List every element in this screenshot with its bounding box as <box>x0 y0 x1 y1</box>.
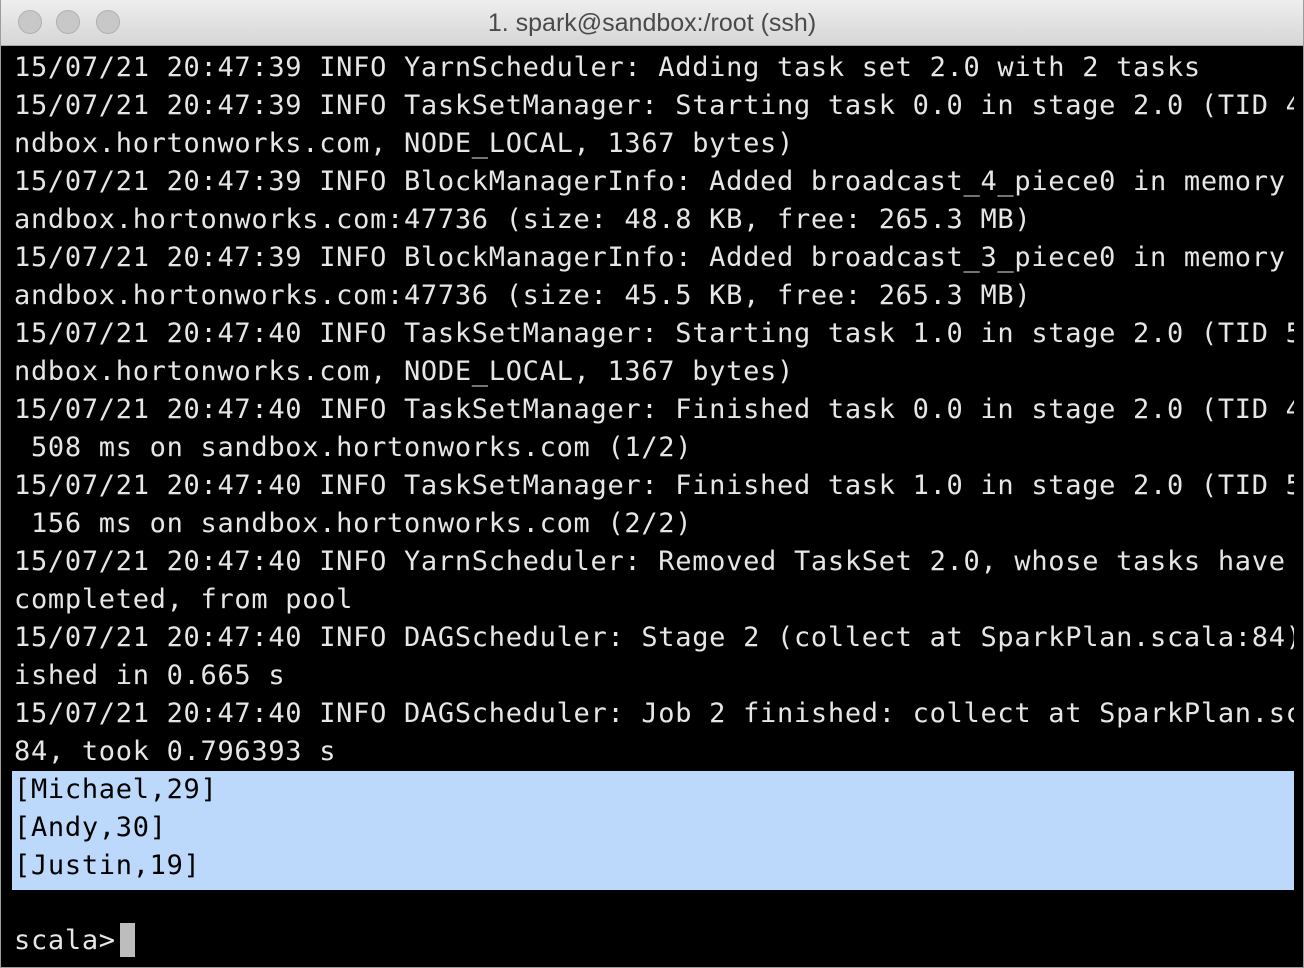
log-line: 15/07/21 20:47:40 INFO TaskSetManager: S… <box>14 318 1294 349</box>
terminal-window: 1. spark@sandbox:/root (ssh) 15/07/21 20… <box>0 0 1304 968</box>
log-line: ndbox.hortonworks.com, NODE_LOCAL, 1367 … <box>14 356 794 387</box>
log-line: 15/07/21 20:47:40 INFO YarnScheduler: Re… <box>14 546 1294 577</box>
log-line: 15/07/21 20:47:39 INFO BlockManagerInfo:… <box>14 242 1294 273</box>
selected-result-line[interactable]: [Justin,19] <box>12 847 1294 890</box>
log-line: 15/07/21 20:47:39 INFO BlockManagerInfo:… <box>14 166 1294 197</box>
log-line: 15/07/21 20:47:40 INFO DAGScheduler: Sta… <box>14 622 1294 653</box>
selected-result-line[interactable]: [Michael,29] <box>12 771 1294 809</box>
selected-result-line[interactable]: [Andy,30] <box>12 809 1294 847</box>
log-line: ished in 0.665 s <box>14 660 286 691</box>
log-line: 15/07/21 20:47:39 INFO YarnScheduler: Ad… <box>14 52 1201 83</box>
log-line: 15/07/21 20:47:40 INFO TaskSetManager: F… <box>14 470 1294 501</box>
log-line: 156 ms on sandbox.hortonworks.com (2/2) <box>14 508 693 539</box>
log-line: 508 ms on sandbox.hortonworks.com (1/2) <box>14 432 693 463</box>
terminal-area[interactable]: 15/07/21 20:47:39 INFO YarnScheduler: Ad… <box>1 46 1303 967</box>
window-title: 1. spark@sandbox:/root (ssh) <box>487 9 817 37</box>
log-line: ndbox.hortonworks.com, NODE_LOCAL, 1367 … <box>14 128 794 159</box>
log-line: 15/07/21 20:47:40 INFO DAGScheduler: Job… <box>14 698 1294 729</box>
log-line: andbox.hortonworks.com:47736 (size: 48.8… <box>14 204 1032 235</box>
prompt-line[interactable]: scala> <box>14 922 1294 960</box>
log-line: andbox.hortonworks.com:47736 (size: 45.5… <box>14 280 1032 311</box>
log-line: completed, from pool <box>14 584 354 615</box>
text-cursor <box>119 922 135 957</box>
log-line: 15/07/21 20:47:40 INFO TaskSetManager: F… <box>14 394 1294 425</box>
log-line: 84, took 0.796393 s <box>14 736 337 767</box>
log-line: 15/07/21 20:47:39 INFO TaskSetManager: S… <box>14 90 1294 121</box>
scala-prompt: scala> <box>14 925 116 956</box>
title-bar[interactable]: 1. spark@sandbox:/root (ssh) <box>1 0 1303 46</box>
terminal-output: 15/07/21 20:47:39 INFO YarnScheduler: Ad… <box>12 49 1294 960</box>
